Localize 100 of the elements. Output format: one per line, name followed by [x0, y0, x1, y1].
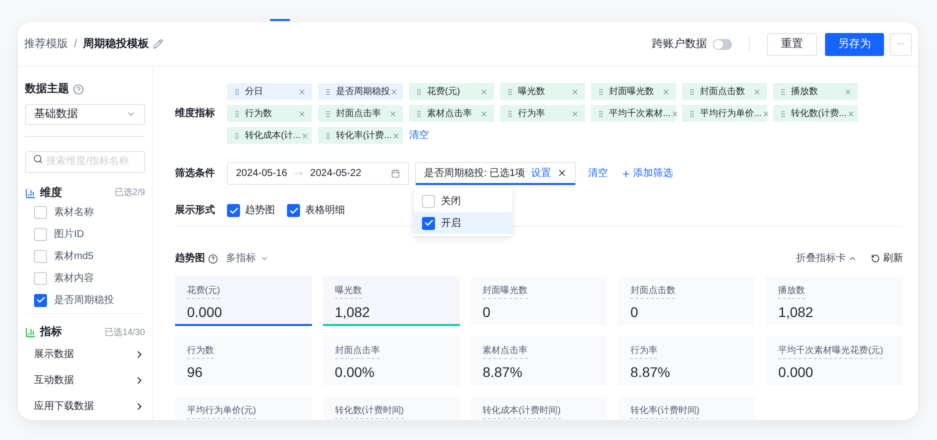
field-tag[interactable]: 是否周期稳投 — [318, 83, 403, 100]
edit-icon[interactable] — [153, 39, 164, 49]
metric-card[interactable]: 转化率(计费时间) — [618, 396, 756, 420]
drag-handle-icon[interactable] — [688, 88, 696, 96]
field-tag[interactable]: 分日 — [227, 83, 312, 100]
drag-handle-icon[interactable] — [688, 110, 696, 118]
checkbox[interactable] — [422, 194, 435, 208]
start-date: 2024-05-16 — [236, 167, 288, 181]
drag-handle-icon[interactable] — [324, 88, 332, 96]
field-tag[interactable]: 曝光数 — [500, 83, 585, 100]
metric-value: 96 — [187, 362, 204, 382]
save-as-button[interactable]: 另存为 — [825, 32, 884, 56]
tag-label: 是否周期稳投 — [336, 84, 390, 98]
drag-handle-icon[interactable] — [324, 132, 332, 140]
field-tag[interactable]: 行为数 — [227, 105, 312, 122]
metric-card[interactable]: 曝光数 1,082 — [322, 276, 460, 326]
metric-category[interactable]: 互动数据 — [25, 367, 145, 394]
drag-handle-icon[interactable] — [415, 88, 423, 96]
metric-card[interactable]: 转化成本(计费时间) — [470, 396, 608, 420]
drag-handle-icon[interactable] — [779, 88, 787, 96]
dimension-option[interactable]: 素材内容 — [54, 270, 94, 286]
field-tag[interactable]: 花费(元) — [409, 83, 494, 100]
checkbox[interactable] — [34, 272, 47, 285]
metric-category[interactable]: 应用下载数据 — [25, 394, 145, 420]
reset-button[interactable]: 重置 — [767, 32, 817, 56]
metric-card[interactable]: 封面点击数 0 — [618, 276, 756, 326]
metric-card[interactable]: 转化数(计费时间) — [322, 396, 460, 420]
drag-handle-icon[interactable] — [779, 110, 787, 118]
tag-label: 封面点击率 — [336, 106, 382, 120]
close-icon[interactable] — [557, 168, 568, 178]
selected-count: 已选2/9 — [114, 186, 145, 200]
field-tag[interactable]: 转化数(计费... — [773, 105, 858, 122]
field-tag[interactable]: 平均行为单价... — [682, 105, 767, 122]
row-label: 维度指标 — [175, 106, 216, 121]
metric-card[interactable]: 播放数 1,082 — [766, 276, 903, 326]
checkbox[interactable] — [287, 204, 300, 217]
metric-card[interactable]: 素材点击率 8.87% — [470, 336, 608, 386]
metric-card[interactable]: 行为数 96 — [175, 336, 312, 386]
field-tag[interactable]: 平均千次素材... — [591, 105, 676, 122]
checkbox[interactable] — [34, 250, 47, 263]
metric-label: 转化数(计费时间) — [334, 404, 404, 418]
drag-handle-icon[interactable] — [597, 88, 605, 96]
dimension-option[interactable]: 素材md5 — [54, 248, 94, 264]
breadcrumb-separator: / — [74, 36, 78, 52]
drag-handle-icon[interactable] — [506, 88, 514, 96]
field-tag[interactable]: 素材点击率 — [409, 105, 494, 122]
clear-link[interactable]: 清空 — [409, 127, 494, 144]
drag-handle-icon[interactable] — [233, 110, 241, 118]
checkbox[interactable] — [34, 206, 47, 219]
date-range-picker[interactable]: 2024-05-16 2024-05-22 — [227, 162, 409, 185]
metric-card[interactable]: 封面点击率 0.00% — [322, 336, 460, 386]
field-tag[interactable]: 播放数 — [773, 83, 858, 100]
field-tag[interactable]: 封面点击率 — [318, 105, 403, 122]
checkbox[interactable] — [34, 294, 47, 307]
settings-link[interactable]: 设置 — [531, 166, 552, 180]
breadcrumb-link[interactable]: 推荐模版 — [24, 36, 68, 52]
metric-card[interactable]: 平均行为单价(元) — [175, 396, 312, 420]
metric-card[interactable]: 封面曝光数 0 — [470, 276, 608, 326]
refresh-button[interactable]: 刷新 — [883, 251, 903, 266]
checkbox[interactable] — [422, 216, 435, 230]
field-tag[interactable]: 封面点击数 — [682, 83, 767, 100]
drag-handle-icon[interactable] — [233, 132, 241, 140]
checkbox[interactable] — [227, 204, 240, 217]
drag-handle-icon[interactable] — [597, 110, 605, 118]
filter-chip[interactable]: 是否周期稳投: 已选1项 设置 — [415, 162, 576, 185]
drag-handle-icon[interactable] — [233, 88, 241, 96]
drag-handle-icon[interactable] — [415, 110, 423, 118]
drag-handle-icon[interactable] — [506, 110, 514, 118]
tag-label: 平均行为单价... — [700, 106, 762, 120]
toggle-switch[interactable] — [713, 38, 732, 50]
topic-select[interactable]: 基础数据 — [25, 104, 145, 126]
dimension-option[interactable]: 图片ID — [54, 226, 84, 242]
metric-label: 曝光数 — [334, 284, 362, 298]
field-tag[interactable]: 行为率 — [500, 105, 585, 122]
metric-value: 1,082 — [778, 302, 814, 322]
row-label: 筛选条件 — [175, 166, 216, 181]
dropdown-option[interactable]: 开启 — [414, 212, 512, 234]
collapse-button[interactable]: 折叠指标卡 — [796, 251, 857, 266]
field-tag[interactable]: 封面曝光数 — [591, 83, 676, 100]
metric-category[interactable]: 展示数据 — [25, 340, 145, 368]
field-tag[interactable]: 转化成本(计... — [227, 127, 312, 144]
dimension-option[interactable]: 是否周期稳投 — [54, 292, 114, 308]
tag-label: 行为率 — [518, 106, 546, 120]
more-button[interactable]: ··· — [890, 32, 912, 56]
plus-icon — [621, 168, 632, 178]
metric-card[interactable]: 平均千次素材曝光花费(元) 0.000 — [766, 336, 903, 386]
metric-value: 8.87% — [630, 362, 672, 382]
clear-link[interactable]: 清空 — [588, 166, 608, 181]
drag-handle-icon[interactable] — [324, 110, 332, 118]
metric-label: 转化率(计费时间) — [630, 404, 700, 418]
mode-select[interactable]: 多指标 — [226, 251, 269, 266]
tag-label: 封面点击数 — [700, 84, 746, 98]
metric-card[interactable]: 花费(元) 0.000 — [175, 276, 312, 326]
checkbox[interactable] — [34, 228, 47, 241]
field-tag[interactable]: 转化率(计费... — [318, 127, 403, 144]
metric-value: 0.000 — [187, 302, 224, 322]
metric-card[interactable]: 行为率 8.87% — [618, 336, 756, 386]
dimension-option[interactable]: 素材名称 — [54, 204, 94, 220]
add-filter-link[interactable]: 添加筛选 — [633, 166, 674, 181]
dropdown-option[interactable]: 关闭 — [414, 190, 512, 212]
